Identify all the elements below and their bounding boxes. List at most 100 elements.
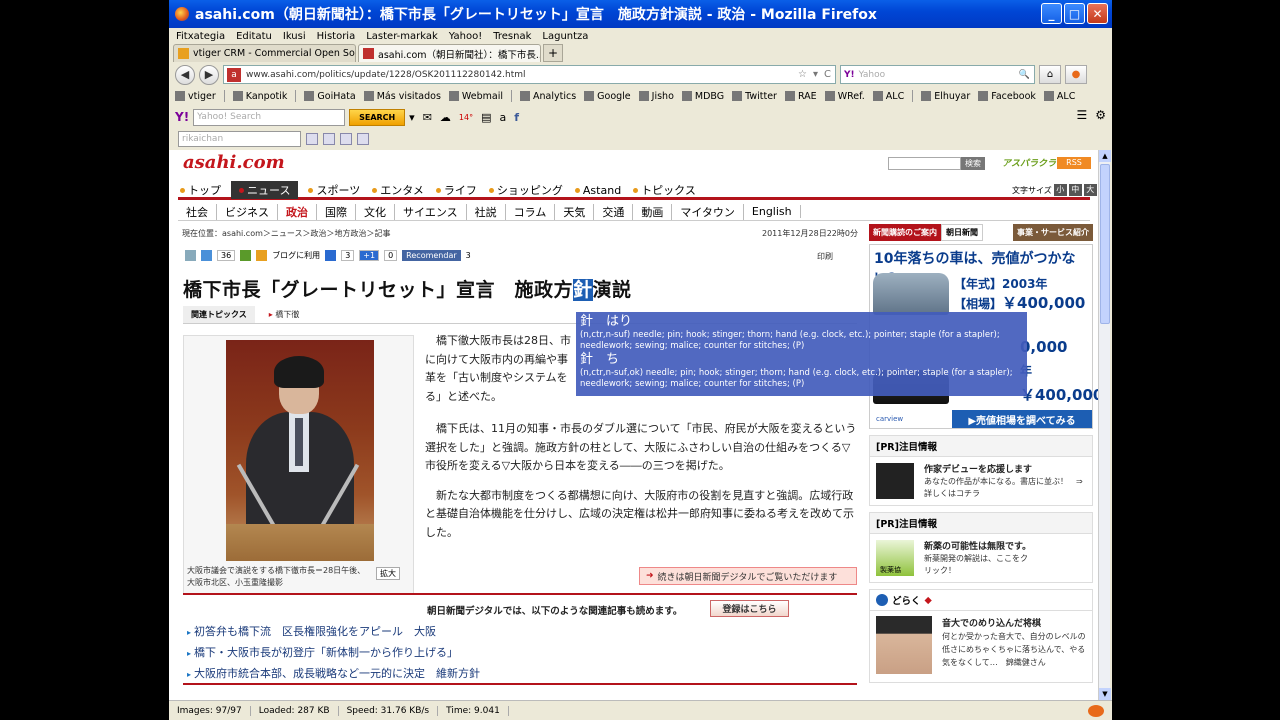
url-bar[interactable]: a www.asahi.com/politics/update/1228/OSK… <box>223 65 836 84</box>
bookmark-jisho[interactable]: Jisho <box>638 91 674 102</box>
menu-history[interactable]: Historia <box>317 31 356 42</box>
tab-vtiger[interactable]: vtiger CRM - Commercial Open So... ✕ <box>173 44 356 62</box>
back-button[interactable]: ◀ <box>175 64 195 85</box>
print-link[interactable]: 印刷 <box>817 251 833 262</box>
twitter-share-icon[interactable] <box>201 250 212 261</box>
search-bar[interactable]: Y! Yahoo 🔍 <box>840 65 1035 84</box>
site-search-button[interactable]: 検索 <box>961 157 985 170</box>
snav-weather[interactable]: 天気 <box>555 203 595 220</box>
yahoo-search-input[interactable]: Yahoo! Search <box>193 108 346 126</box>
facebook-recommend-button[interactable]: Recomendar <box>402 250 461 261</box>
bookmark-goihata[interactable]: GoiHata <box>304 91 356 102</box>
font-size-small[interactable]: 小 <box>1053 184 1067 196</box>
pr-title[interactable]: 作家デビューを応援します <box>924 462 1032 475</box>
bookmark-mdbg[interactable]: MDBG <box>681 91 724 102</box>
services-link[interactable]: 事業・サービス紹介 <box>1013 223 1093 241</box>
asahi-shimbun-link[interactable]: 朝日新聞 <box>941 223 983 241</box>
email-share-icon[interactable] <box>185 250 196 261</box>
forward-button[interactable]: ▶ <box>199 64 219 85</box>
related-link[interactable]: 大阪府市統合本部、成長戦略など一元的に決定 維新方針 <box>187 664 480 685</box>
menu-help[interactable]: Laguntza <box>542 31 588 42</box>
snav-society[interactable]: 社会 <box>178 203 217 220</box>
gnav-entame[interactable]: エンタメ <box>370 182 426 198</box>
gnav-top[interactable]: トップ <box>178 182 223 198</box>
facebook-icon[interactable]: f <box>514 111 519 124</box>
plusone-button[interactable]: +1 <box>359 250 380 261</box>
minimize-button[interactable]: _ <box>1041 3 1062 24</box>
yahoo-engine-icon[interactable]: Y! <box>844 70 855 80</box>
menu-bookmarks[interactable]: Laster-markak <box>366 31 438 42</box>
vertical-scrollbar[interactable]: ▲ ▼ <box>1098 150 1111 700</box>
bookmark-google[interactable]: Google <box>584 91 631 102</box>
snav-column[interactable]: コラム <box>506 203 556 220</box>
font-size-medium[interactable]: 中 <box>1068 184 1082 196</box>
snav-politics[interactable]: 政治 <box>278 203 317 220</box>
close-button[interactable]: ✕ <box>1087 3 1108 24</box>
snav-science[interactable]: サイエンス <box>395 203 467 220</box>
snav-editorial[interactable]: 社説 <box>467 203 506 220</box>
rikaichan-input[interactable]: rikaichan <box>178 131 301 147</box>
maximize-button[interactable]: □ <box>1064 3 1085 24</box>
hatena-icon[interactable] <box>325 250 337 261</box>
continue-reading-button[interactable]: ➜ 続きは朝日新聞デジタルでご覧いただけます <box>639 567 857 585</box>
weather-temp[interactable]: 14° <box>459 113 473 122</box>
related-topic-link[interactable]: 橋下徹 <box>255 309 299 320</box>
subscription-link[interactable]: 新聞購読のご案内 <box>869 223 941 241</box>
menu-edit[interactable]: Editatu <box>236 31 272 42</box>
bookmark-vtiger[interactable]: vtiger <box>175 91 216 102</box>
yahoo-dropdown-icon[interactable]: ▾ <box>409 111 415 124</box>
mail-icon[interactable]: ✉ <box>423 111 432 124</box>
related-link[interactable]: 初答弁も橋下流 区長権限強化をアピール 大阪 <box>187 622 480 643</box>
bookmark-alc[interactable]: ALC <box>872 91 904 102</box>
check-price-button[interactable]: ▶売値相場を調べてみる <box>952 410 1092 428</box>
rss-button[interactable]: RSS <box>1057 157 1091 169</box>
bookmark-rae[interactable]: RAE <box>784 91 817 102</box>
search-placeholder[interactable]: Yahoo <box>859 70 886 80</box>
bookmark-analytics[interactable]: Analytics <box>520 91 576 102</box>
bookmark-webmail[interactable]: Webmail <box>448 91 503 102</box>
evernote-icon[interactable] <box>240 250 252 261</box>
weather-icon[interactable]: ☁ <box>440 111 451 124</box>
snav-mytown[interactable]: マイタウン <box>672 203 744 220</box>
menu-tools[interactable]: Tresnak <box>493 31 531 42</box>
bookmark-elhuyar[interactable]: Elhuyar <box>921 91 970 102</box>
toolbar-menu-icon[interactable]: ☰ <box>1076 108 1087 122</box>
addon-button[interactable]: ● <box>1065 65 1087 84</box>
bookmark-twitter[interactable]: Twitter <box>732 91 777 102</box>
bookmark-wref[interactable]: WRef. <box>824 91 865 102</box>
doraku-title[interactable]: 音大でのめり込んだ将棋 <box>942 616 1041 629</box>
scroll-down-icon[interactable]: ▼ <box>1099 688 1111 700</box>
bookmark-star-icon[interactable]: ☆ <box>798 69 807 80</box>
article-photo[interactable] <box>226 340 374 561</box>
site-search-input[interactable] <box>888 157 961 170</box>
new-tab-button[interactable]: + <box>543 44 563 62</box>
tab-asahi[interactable]: asahi.com（朝日新聞社）：橋下市長... ✕ <box>358 44 541 62</box>
scroll-up-icon[interactable]: ▲ <box>1099 150 1111 162</box>
menu-file[interactable]: Fitxategia <box>176 31 225 42</box>
related-link[interactable]: 橋下・大阪市長が初登庁「新体制一から作り上げる」 <box>187 643 480 664</box>
rikai-search-icon[interactable] <box>306 133 318 145</box>
settings-gear-icon[interactable]: ⚙ <box>1095 108 1106 122</box>
menu-view[interactable]: Ikusi <box>283 31 306 42</box>
amazon-icon[interactable]: a <box>500 111 507 124</box>
bookmark-alc-2[interactable]: ALC <box>1043 91 1075 102</box>
menu-yahoo[interactable]: Yahoo! <box>449 31 482 42</box>
news-icon[interactable]: ▤ <box>481 111 491 124</box>
snav-english[interactable]: English <box>744 205 801 218</box>
gnav-sports[interactable]: スポーツ <box>306 182 362 198</box>
bookmark-facebook[interactable]: Facebook <box>978 91 1036 102</box>
gnav-astand[interactable]: Astand <box>573 184 623 197</box>
rikai-save-icon[interactable] <box>340 133 352 145</box>
snav-culture[interactable]: 文化 <box>356 203 395 220</box>
snav-traffic[interactable]: 交通 <box>594 203 634 220</box>
gnav-news[interactable]: ニュース <box>231 181 299 199</box>
pr-title[interactable]: 新薬の可能性は無限です。 <box>924 539 1031 552</box>
gnav-shopping[interactable]: ショッピング <box>487 182 565 198</box>
url-dropdown-icon[interactable]: ▾ <box>813 69 818 80</box>
gnav-topics[interactable]: トピックス <box>631 182 698 198</box>
yahoo-logo-icon[interactable]: Y! <box>175 110 189 124</box>
asapara-club-link[interactable]: アスパラクラブ <box>1002 156 1065 169</box>
url-text[interactable]: www.asahi.com/politics/update/1228/OSK20… <box>246 70 526 80</box>
zoom-photo-button[interactable]: 拡大 <box>376 567 400 580</box>
rikai-copy-icon[interactable] <box>323 133 335 145</box>
